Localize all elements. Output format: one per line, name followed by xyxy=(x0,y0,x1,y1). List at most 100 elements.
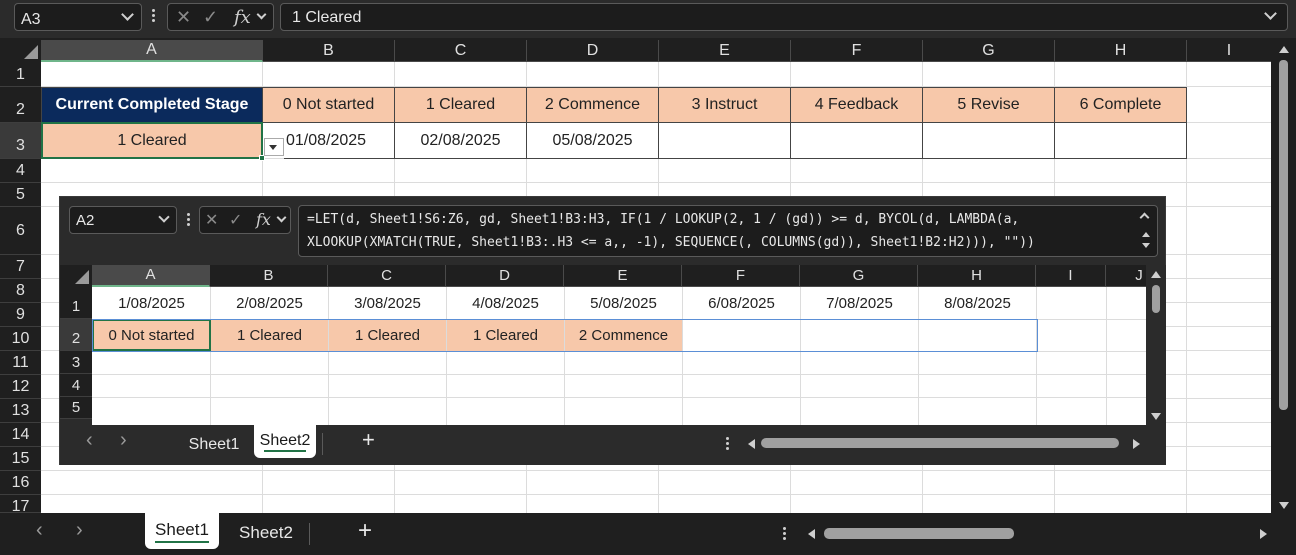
tab-sheet2[interactable]: Sheet2 xyxy=(226,513,306,553)
inner-hscroll-left-icon[interactable] xyxy=(748,439,755,449)
fx-icon[interactable]: fx xyxy=(256,210,271,229)
inner-column-header-a[interactable]: A xyxy=(92,265,210,287)
inner-row-header-1[interactable]: 1 xyxy=(60,287,92,319)
cell-a2-header[interactable]: Current Completed Stage xyxy=(41,87,263,123)
cell-b2-stage[interactable]: 0 Not started xyxy=(262,87,395,123)
inner-formula-input[interactable]: =LET(d, Sheet1!S6:Z6, gd, Sheet1!B3:H3, … xyxy=(298,205,1158,257)
cell-d2-stage[interactable]: 2 Commence xyxy=(526,87,659,123)
fx-dropdown-icon[interactable] xyxy=(256,9,267,20)
inner-horizontal-scroll-thumb[interactable] xyxy=(761,438,1119,448)
cell-f2-stage[interactable]: 4 Feedback xyxy=(790,87,923,123)
row-header-16[interactable]: 16 xyxy=(0,471,41,495)
cell-b3-date[interactable]: 01/08/2025 xyxy=(284,122,395,159)
column-header-f[interactable]: F xyxy=(791,40,923,62)
cell-c3-date[interactable]: 02/08/2025 xyxy=(394,122,527,159)
inner-column-header-g[interactable]: G xyxy=(800,265,918,287)
inner-select-all-corner[interactable] xyxy=(60,265,92,287)
cell-f3-date[interactable] xyxy=(790,122,923,159)
row-header-17[interactable]: 17 xyxy=(0,495,41,515)
inner-add-sheet-icon[interactable]: + xyxy=(362,427,375,453)
column-header-d[interactable]: D xyxy=(527,40,659,62)
expand-formula-icon[interactable] xyxy=(1264,7,1277,20)
row-header-15[interactable]: 15 xyxy=(0,447,41,471)
row-header-14[interactable]: 14 xyxy=(0,423,41,447)
inner-cell-f1[interactable]: 6/08/2025 xyxy=(683,288,800,319)
tab-next-icon[interactable]: › xyxy=(76,519,83,542)
column-header-h[interactable]: H xyxy=(1055,40,1187,62)
tab-sheet1[interactable]: Sheet1 xyxy=(145,513,219,549)
select-all-corner[interactable] xyxy=(0,40,41,62)
row-header-8[interactable]: 8 xyxy=(0,279,41,303)
row-header-2[interactable]: 2 xyxy=(0,87,41,123)
cell-c2-stage[interactable]: 1 Cleared xyxy=(394,87,527,123)
inner-column-header-i[interactable]: I xyxy=(1036,265,1106,287)
inner-cell-d1[interactable]: 4/08/2025 xyxy=(447,288,564,319)
row-header-7[interactable]: 7 xyxy=(0,255,41,279)
column-header-g[interactable]: G xyxy=(923,40,1055,62)
inner-column-header-f[interactable]: F xyxy=(682,265,800,287)
inner-cell-g2[interactable] xyxy=(801,320,918,351)
cell-e3-date[interactable] xyxy=(658,122,791,159)
fx-dropdown-icon[interactable] xyxy=(276,212,287,223)
add-sheet-icon[interactable]: + xyxy=(358,517,372,545)
inner-cell-a2[interactable]: 0 Not started xyxy=(92,319,211,351)
cell-e2-stage[interactable]: 3 Instruct xyxy=(658,87,791,123)
inner-column-header-d[interactable]: D xyxy=(446,265,564,287)
inner-tab-next-icon[interactable]: › xyxy=(120,429,127,452)
hscroll-right-icon[interactable] xyxy=(1260,529,1267,539)
row-header-10[interactable]: 10 xyxy=(0,327,41,351)
inner-cell-f2[interactable] xyxy=(683,320,800,351)
inner-column-header-e[interactable]: E xyxy=(564,265,682,287)
chevron-down-icon[interactable] xyxy=(121,8,134,21)
inner-cell-g1[interactable]: 7/08/2025 xyxy=(801,288,918,319)
collapse-formula-icon[interactable] xyxy=(1139,212,1150,223)
hscroll-left-icon[interactable] xyxy=(808,529,815,539)
validation-dropdown-button[interactable] xyxy=(264,138,284,156)
inner-cell-e2[interactable]: 2 Commence xyxy=(565,320,682,351)
inner-more-options-icon[interactable] xyxy=(187,213,190,228)
inner-column-header-h[interactable]: H xyxy=(918,265,1036,287)
inner-row-header-4[interactable]: 4 xyxy=(60,374,92,397)
inner-tab-sheet1[interactable]: Sheet1 xyxy=(178,425,250,459)
row-header-13[interactable]: 13 xyxy=(0,399,41,423)
column-header-c[interactable]: C xyxy=(395,40,527,62)
inner-column-header-c[interactable]: C xyxy=(328,265,446,287)
vertical-scrollbar[interactable] xyxy=(1271,40,1296,513)
scroll-up-icon[interactable] xyxy=(1279,46,1289,53)
cell-d3-date[interactable]: 05/08/2025 xyxy=(526,122,659,159)
row-header-9[interactable]: 9 xyxy=(0,303,41,327)
cancel-icon[interactable]: ✕ xyxy=(176,7,191,28)
scroll-down-icon[interactable] xyxy=(1279,502,1289,509)
cell-h3-date[interactable] xyxy=(1054,122,1187,159)
inner-tab-options-icon[interactable] xyxy=(726,437,729,452)
enter-icon[interactable]: ✓ xyxy=(203,7,218,28)
formula-input[interactable]: 1 Cleared xyxy=(280,3,1288,31)
cell-g2-stage[interactable]: 5 Revise xyxy=(922,87,1055,123)
inner-row-header-3[interactable]: 3 xyxy=(60,351,92,374)
inner-cell-d2[interactable]: 1 Cleared xyxy=(447,320,564,351)
inner-cell-a1[interactable]: 1/08/2025 xyxy=(93,288,210,319)
inner-row-header-2[interactable]: 2 xyxy=(60,319,92,351)
formula-scroll-down-icon[interactable] xyxy=(1142,243,1150,248)
inner-column-header-b[interactable]: B xyxy=(210,265,328,287)
chevron-down-icon[interactable] xyxy=(158,211,170,223)
inner-cell-e1[interactable]: 5/08/2025 xyxy=(565,288,682,319)
inner-tab-sheet2[interactable]: Sheet2 xyxy=(254,425,316,458)
row-header-4[interactable]: 4 xyxy=(0,159,41,183)
inner-cell-b1[interactable]: 2/08/2025 xyxy=(211,288,328,319)
more-options-icon[interactable] xyxy=(152,9,155,24)
inner-vertical-scrollbar[interactable] xyxy=(1146,265,1166,425)
scroll-down-icon[interactable] xyxy=(1151,413,1161,420)
cell-h2-stage[interactable]: 6 Complete xyxy=(1054,87,1187,123)
tab-prev-icon[interactable]: ‹ xyxy=(36,519,43,542)
inner-hscroll-right-icon[interactable] xyxy=(1133,439,1140,449)
fx-icon[interactable]: fx xyxy=(234,7,251,28)
inner-row-header-5[interactable]: 5 xyxy=(60,397,92,419)
scroll-up-icon[interactable] xyxy=(1151,271,1161,278)
inner-tab-prev-icon[interactable]: ‹ xyxy=(86,429,93,452)
inner-cell-h1[interactable]: 8/08/2025 xyxy=(919,288,1036,319)
cancel-icon[interactable]: ✕ xyxy=(205,210,218,230)
inner-vertical-scroll-thumb[interactable] xyxy=(1152,285,1160,313)
formula-scroll-up-icon[interactable] xyxy=(1142,232,1150,237)
row-header-1[interactable]: 1 xyxy=(0,62,41,87)
